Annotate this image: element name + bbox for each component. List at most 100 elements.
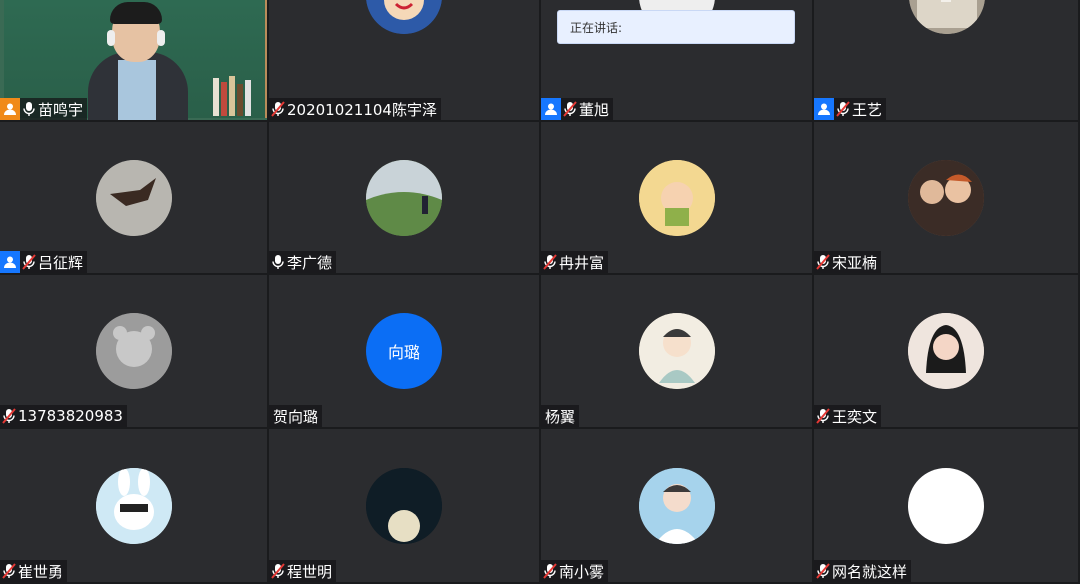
avatar [95, 467, 172, 544]
participant-tile[interactable]: 网名就这样 [814, 429, 1080, 584]
participant-name: 20201021104陈宇泽 [287, 100, 437, 119]
name-box: 董旭 [561, 98, 614, 120]
participant-name: 程世明 [287, 562, 333, 581]
mic-off-icon [816, 408, 830, 424]
avatar [638, 313, 715, 389]
name-box: 崔世勇 [0, 560, 68, 582]
text-avatar: 向璐 [366, 313, 442, 389]
portrait-avatar-image [638, 467, 715, 544]
participant-tile-video[interactable]: 苗鸣宇 [0, 0, 269, 122]
avatar [366, 159, 442, 236]
participant-tile[interactable]: 吕征辉 [0, 122, 269, 275]
name-bar: 杨翼 [541, 405, 580, 427]
avatar [908, 467, 984, 544]
participant-name: 13783820983 [18, 407, 123, 425]
cartoon-avatar-image [638, 159, 715, 236]
participant-tile[interactable]: 王奕文 [814, 275, 1080, 429]
photo-avatar-image [908, 159, 984, 236]
participant-name: 董旭 [579, 100, 610, 119]
portrait-avatar-image [908, 313, 984, 389]
anime-avatar-image [366, 0, 442, 34]
mic-off-icon [836, 101, 850, 117]
name-bar: 宋亚楠 [814, 251, 882, 273]
user-icon [4, 103, 16, 115]
participant-grid: 苗鸣宇 20201021104陈宇泽 正在讲话: 董旭 王艺 吕征辉 李广德 冉… [0, 0, 1080, 584]
avatar [366, 467, 442, 544]
name-box: 吕征辉 [20, 251, 88, 273]
name-box: 李广德 [269, 251, 337, 273]
name-bar: 王奕文 [814, 405, 882, 427]
participant-name: 王艺 [852, 100, 883, 119]
bird-avatar-image [95, 159, 172, 236]
participant-tile[interactable]: 杨翼 [541, 275, 814, 429]
participant-tile[interactable]: 宋亚楠 [814, 122, 1080, 275]
landscape-avatar-image [366, 159, 442, 236]
name-box: 王艺 [834, 98, 887, 120]
illustration-avatar-image [638, 313, 715, 389]
mic-off-icon [2, 563, 16, 579]
user-icon [545, 103, 557, 115]
name-box: 贺向璐 [269, 405, 323, 427]
moon-avatar-image [366, 467, 442, 544]
name-box: 南小雾 [541, 560, 609, 582]
video-person-shirt [118, 60, 156, 120]
participant-name: 吕征辉 [38, 253, 84, 272]
participant-tile[interactable]: 程世明 [269, 429, 541, 584]
participant-name: 网名就这样 [832, 562, 908, 581]
name-bar: 苗鸣宇 [0, 98, 88, 120]
name-box: 苗鸣宇 [20, 98, 88, 120]
mic-off-icon [563, 101, 577, 117]
name-bar: 王艺 [814, 98, 887, 120]
participant-name: 王奕文 [832, 407, 878, 426]
name-box: 冉井富 [541, 251, 609, 273]
name-bar: 贺向璐 [269, 405, 323, 427]
video-person-hair [110, 2, 162, 24]
participant-tile[interactable]: 冉井富 [541, 122, 814, 275]
participant-tile[interactable]: 王艺 [814, 0, 1080, 122]
mic-off-icon [22, 254, 36, 270]
mic-off-icon [543, 254, 557, 270]
name-box: 程世明 [269, 560, 337, 582]
mic-off-icon [543, 563, 557, 579]
user-icon [818, 103, 830, 115]
host-badge [541, 98, 561, 120]
name-bar: 董旭 [541, 98, 614, 120]
participant-tile[interactable]: 20201021104陈宇泽 [269, 0, 541, 122]
mic-off-icon [271, 101, 285, 117]
participant-name: 苗鸣宇 [38, 100, 84, 119]
headset-icon [157, 30, 165, 46]
participant-name: 宋亚楠 [832, 253, 878, 272]
participant-tile[interactable]: 南小雾 [541, 429, 814, 584]
participant-name: 崔世勇 [18, 562, 64, 581]
participant-name: 李广德 [287, 253, 333, 272]
host-badge [814, 98, 834, 120]
name-bar: 李广德 [269, 251, 337, 273]
name-box: 20201021104陈宇泽 [269, 98, 441, 120]
name-box: 13783820983 [0, 405, 127, 427]
mic-off-icon [816, 254, 830, 270]
name-bar: 13783820983 [0, 405, 127, 427]
host-badge [0, 98, 20, 120]
participant-tile[interactable]: 正在讲话: 董旭 [541, 0, 814, 122]
participant-tile[interactable]: 李广德 [269, 122, 541, 275]
avatar [638, 159, 715, 236]
rabbit-avatar-image [95, 467, 172, 544]
speaking-label: 正在讲话: [570, 20, 623, 35]
name-box: 网名就这样 [814, 560, 912, 582]
avatar [908, 159, 984, 236]
mic-off-icon [271, 563, 285, 579]
participant-name: 冉井富 [559, 253, 605, 272]
participant-tile[interactable]: 13783820983 [0, 275, 269, 429]
avatar-initials: 向璐 [387, 343, 420, 362]
bear-avatar-image [95, 313, 172, 389]
name-box: 王奕文 [814, 405, 882, 427]
participant-tile[interactable]: 崔世勇 [0, 429, 269, 584]
avatar [909, 0, 985, 34]
name-box: 宋亚楠 [814, 251, 882, 273]
participant-name: 杨翼 [545, 407, 576, 426]
participant-tile[interactable]: 向璐 贺向璐 [269, 275, 541, 429]
photo-avatar-image [909, 0, 985, 34]
avatar [366, 0, 442, 34]
name-bar: 20201021104陈宇泽 [269, 98, 441, 120]
name-bar: 南小雾 [541, 560, 609, 582]
